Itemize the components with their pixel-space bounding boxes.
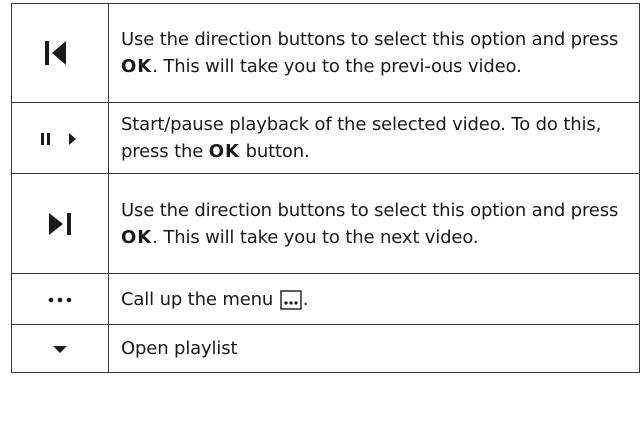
description-cell: Open playlist bbox=[108, 324, 640, 373]
icon-cell bbox=[11, 173, 109, 274]
menu-icon bbox=[280, 289, 302, 310]
description-text: . This will take you to the previ-ous vi… bbox=[152, 56, 522, 77]
description-cell: Use the direction buttons to select this… bbox=[108, 3, 640, 103]
description-text: Start/pause playback of the selected vid… bbox=[121, 114, 602, 162]
table-row: Use the direction buttons to select this… bbox=[11, 173, 640, 274]
dropdown-arrow-icon bbox=[53, 345, 67, 354]
skip-previous-icon bbox=[43, 40, 77, 66]
ok-keyword: OK bbox=[121, 56, 153, 77]
description-text: button. bbox=[240, 141, 310, 162]
play-pause-icon bbox=[41, 132, 79, 146]
table-row: Open playlist bbox=[11, 324, 640, 373]
description-cell: Use the direction buttons to select this… bbox=[108, 173, 640, 274]
description-cell: Start/pause playback of the selected vid… bbox=[108, 102, 640, 174]
ok-keyword: OK bbox=[208, 141, 240, 162]
table-row: Start/pause playback of the selected vid… bbox=[11, 102, 640, 174]
icon-cell bbox=[11, 3, 109, 103]
icon-cell bbox=[11, 273, 109, 325]
table-row: Use the direction buttons to select this… bbox=[11, 3, 640, 103]
icon-cell bbox=[11, 102, 109, 174]
description-text: . This will take you to the next video. bbox=[152, 226, 479, 248]
description-text: Call up the menu bbox=[121, 288, 279, 310]
description-text: . bbox=[302, 288, 309, 310]
table-row: Call up the menu . bbox=[11, 273, 640, 325]
description-text: Open playlist bbox=[121, 338, 238, 359]
ok-keyword: OK bbox=[121, 226, 153, 248]
description-text: Use the direction buttons to select this… bbox=[121, 29, 619, 50]
icon-cell bbox=[11, 324, 109, 373]
description-text: Use the direction buttons to select this… bbox=[121, 199, 619, 221]
ellipsis-icon bbox=[48, 297, 72, 303]
skip-next-icon bbox=[46, 212, 74, 236]
function-table: Use the direction buttons to select this… bbox=[11, 3, 640, 373]
description-cell: Call up the menu . bbox=[108, 273, 640, 325]
